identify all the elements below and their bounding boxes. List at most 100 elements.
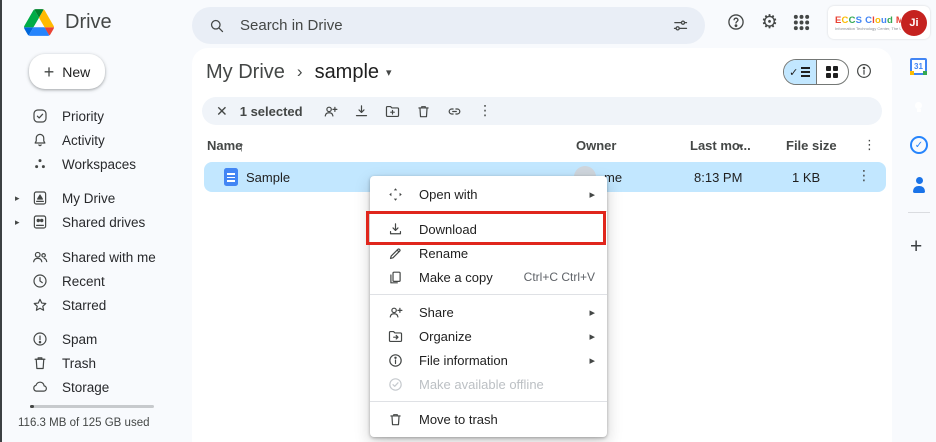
sidebar-item-label: Shared with me — [62, 250, 156, 265]
bell-icon — [30, 130, 50, 150]
check-icon: ✓ — [789, 66, 798, 79]
offline-check-icon — [386, 376, 404, 393]
sidebar-item-label: Workspaces — [62, 157, 136, 172]
menu-item-move-to-trash[interactable]: Move to trash — [370, 407, 607, 431]
breadcrumb-separator-icon: › — [297, 62, 303, 82]
menu-shortcut: Ctrl+C Ctrl+V — [524, 270, 595, 284]
sidebar-item-my-drive[interactable]: ▸ My Drive — [2, 186, 188, 210]
breadcrumb-current-label: sample — [315, 61, 379, 84]
download-icon[interactable] — [346, 103, 377, 120]
breadcrumb-my-drive[interactable]: My Drive — [206, 61, 285, 84]
person-add-icon — [386, 304, 404, 321]
sidebar-item-label: Shared drives — [62, 215, 145, 230]
sidebar-item-spam[interactable]: Spam — [2, 327, 188, 351]
menu-item-file-information[interactable]: File information ▸ — [370, 348, 607, 372]
storage-progress-fill — [30, 405, 34, 408]
sidebar-group-shared: Shared with me Recent Starred — [2, 245, 188, 317]
sidebar-item-storage[interactable]: Storage — [2, 375, 188, 399]
submenu-arrow-icon: ▸ — [589, 188, 595, 201]
info-icon[interactable] — [855, 62, 873, 80]
expand-arrow-icon[interactable]: ▸ — [15, 193, 20, 204]
settings-gear-icon[interactable]: ⚙ — [761, 13, 778, 32]
sidebar-group-storage: Spam Trash Storage — [2, 327, 188, 399]
star-icon — [30, 295, 50, 315]
menu-item-make-a-copy[interactable]: Make a copy Ctrl+C Ctrl+V — [370, 265, 607, 289]
sort-arrow-icon[interactable]: ↑ — [238, 138, 245, 154]
link-icon[interactable] — [439, 103, 470, 120]
menu-divider — [370, 401, 607, 402]
row-more-vertical-icon[interactable]: ⋮ — [857, 168, 871, 184]
sidebar-item-starred[interactable]: Starred — [2, 293, 188, 317]
sidebar-item-recent[interactable]: Recent — [2, 269, 188, 293]
person-add-icon[interactable] — [315, 103, 346, 120]
sidebar-item-label: My Drive — [62, 191, 115, 206]
app-title: Drive — [65, 11, 112, 34]
menu-item-label: Share — [419, 305, 589, 320]
menu-item-label: Rename — [419, 246, 595, 261]
copy-icon — [386, 269, 404, 286]
search-bar[interactable] — [192, 7, 705, 44]
account-brand: ECCS Cloud Mail — [835, 15, 901, 26]
sidebar-item-label: Activity — [62, 133, 105, 148]
sidebar-item-label: Starred — [62, 298, 106, 313]
menu-item-label: Organize — [419, 329, 589, 344]
menu-item-make-available-offline: Make available offline — [370, 372, 607, 396]
submenu-arrow-icon: ▸ — [589, 354, 595, 367]
sidebar-item-priority[interactable]: Priority — [2, 104, 188, 128]
calendar-icon[interactable]: 31 — [910, 58, 927, 75]
sidebar-item-shared-with-me[interactable]: Shared with me — [2, 245, 188, 269]
spam-icon — [30, 329, 50, 349]
search-input[interactable] — [238, 16, 659, 35]
expand-arrow-icon[interactable]: ▸ — [15, 217, 20, 228]
menu-item-organize[interactable]: Organize ▸ — [370, 324, 607, 348]
menu-item-share[interactable]: Share ▸ — [370, 300, 607, 324]
menu-item-open-with[interactable]: Open with ▸ — [370, 182, 607, 206]
list-view-button[interactable]: ✓ — [784, 60, 817, 84]
trash-icon[interactable] — [408, 103, 439, 120]
tune-icon[interactable] — [672, 17, 689, 34]
grid-view-button[interactable] — [817, 60, 849, 84]
sidebar-item-workspaces[interactable]: Workspaces — [2, 152, 188, 176]
close-icon[interactable]: ✕ — [216, 103, 228, 120]
sidebar-item-trash[interactable]: Trash — [2, 351, 188, 375]
add-to-folder-icon[interactable] — [377, 103, 408, 120]
sidebar-group-drives: ▸ My Drive ▸ Shared drives — [2, 186, 188, 234]
get-addons-plus-icon[interactable]: + — [910, 236, 922, 257]
account-tagline: Information Technology Center, The Unive… — [835, 26, 901, 31]
user-avatar[interactable]: Ji — [901, 10, 927, 36]
sidebar-item-activity[interactable]: Activity — [2, 128, 188, 152]
sidebar-item-label: Trash — [62, 356, 96, 371]
drive-logo[interactable]: Drive — [24, 9, 112, 36]
new-button[interactable]: + New — [29, 54, 105, 89]
more-vertical-icon[interactable]: ⋮ — [863, 138, 876, 153]
cloud-icon — [30, 377, 50, 397]
apps-grid-icon[interactable] — [793, 14, 810, 31]
folder-move-icon — [386, 328, 404, 345]
sidebar-item-label: Recent — [62, 274, 105, 289]
account-badge[interactable]: ECCS Cloud Mail Information Technology C… — [828, 6, 930, 39]
more-vertical-icon[interactable]: ⋮ — [470, 103, 501, 119]
column-owner[interactable]: Owner — [576, 138, 616, 153]
trash-icon — [386, 411, 404, 428]
sort-caret-icon[interactable]: ▼ — [737, 142, 745, 151]
storage-summary: 116.3 MB of 125 GB used — [18, 417, 149, 429]
people-icon — [30, 247, 50, 267]
selected-count: 1 selected — [240, 104, 303, 119]
breadcrumb-current-folder[interactable]: sample ▾ — [315, 61, 392, 84]
menu-item-label: File information — [419, 353, 589, 368]
submenu-arrow-icon: ▸ — [589, 306, 595, 319]
table-header: Name ↑ Owner Last mo... ▼ File size ⋮ — [192, 138, 892, 158]
trash-icon — [30, 353, 50, 373]
workspaces-dots-icon — [30, 154, 50, 174]
list-view-icon — [801, 71, 810, 73]
menu-item-label: Make available offline — [419, 377, 595, 392]
menu-item-label: Make a copy — [419, 270, 524, 285]
download-highlight-annotation — [366, 211, 606, 245]
my-drive-icon — [30, 188, 50, 208]
breadcrumb: My Drive › sample ▾ — [206, 59, 392, 85]
sidebar-item-shared-drives[interactable]: ▸ Shared drives — [2, 210, 188, 234]
google-doc-icon — [224, 168, 238, 186]
column-size[interactable]: File size — [786, 138, 837, 153]
tasks-icon[interactable]: ✓ — [910, 136, 928, 154]
help-icon[interactable] — [726, 12, 746, 32]
